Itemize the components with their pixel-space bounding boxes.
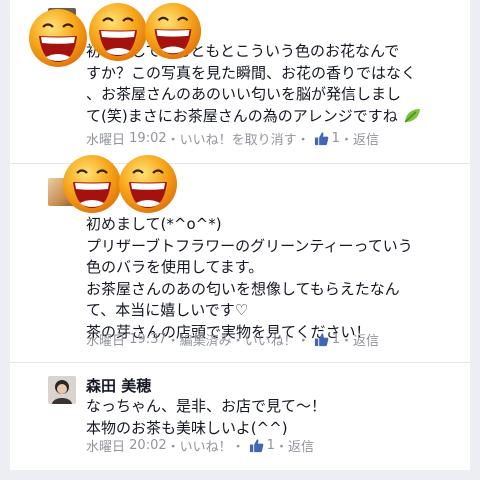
comment-day: 水曜日 [86,132,126,148]
comment-line: プリザーブトフラワーのグリーンティーっていう [86,236,413,255]
reply-link[interactable]: 返信 [288,436,314,455]
unlike-link[interactable]: いいね！を取り消す [180,129,297,148]
comment-text: なっちゃん、是非、お店で見て〜！ 本物のお茶も美味しいよ(^^) [86,396,326,439]
comment-meta: 水曜日 19:02 ・いいね！を取り消す・ 1 ・返信 [86,129,379,148]
comment-time[interactable]: 20:02 [129,438,166,453]
comment-line: て、本当に嬉しいです♡ [86,301,249,319]
like-count[interactable]: 1 [332,131,340,146]
commenter-avatar[interactable] [48,376,76,404]
laughing-smiley-icon [29,9,87,67]
comment-line-text: て(笑)まさにお茶屋さんの為のアレンジですね [86,106,398,125]
like-thumb-icon[interactable] [314,131,329,146]
like-count[interactable]: 1 [267,438,275,453]
commenter-name[interactable]: 森田 美穂 [86,375,151,396]
laughing-smiley-icon [89,3,147,61]
comment-time[interactable]: 19:02 [129,131,166,146]
laughing-smiley-icon [119,155,177,213]
leaf-emoji-icon [404,109,420,123]
comment-line: なっちゃん、是非、お店で見て〜！ [86,397,327,415]
reply-link[interactable]: 返信 [353,330,379,349]
comment-line: すか？この写真を見た瞬間、お花の香りではなく [86,63,417,82]
comment-time[interactable]: 19:37 [129,332,166,347]
laughing-smiley-icon [63,155,121,213]
reply-link[interactable]: 返信 [353,129,379,148]
comment-meta: 水曜日 20:02 ・いいね！・ 1 ・返信 [86,436,314,455]
comment-line: 色のバラを使用してます。 [86,258,264,276]
like-link[interactable]: いいね！ [180,436,232,455]
comment-line: 初めまして(*^o^*) [86,215,222,233]
like-link[interactable]: いいね！ [245,330,297,349]
comment-line: て(笑)まさにお茶屋さんの為のアレンジですね [86,106,422,128]
person-photo-icon [52,380,72,404]
comment-text: 初めまして(*^o^*) プリザーブトフラワーのグリーンティーっていう 色のバラ… [86,214,413,343]
like-count[interactable]: 1 [332,332,340,347]
laughing-smiley-icon [144,2,202,60]
edited-label[interactable]: 編集済み [180,330,232,349]
like-thumb-icon[interactable] [314,332,329,347]
comment-line: お茶屋さんのあの匂いを想像してもらえたなん [86,279,400,298]
like-thumb-icon[interactable] [249,438,264,453]
comment-divider [10,362,470,363]
comment-day: 水曜日 [86,333,126,349]
comment-line: 、お茶屋さんのあのいい匂いを脳が発信しまし [86,85,402,103]
comment-meta: 水曜日 19:37 ・編集済み・いいね！・ 1 ・返信 [86,330,380,349]
comment-day: 水曜日 [86,439,126,455]
